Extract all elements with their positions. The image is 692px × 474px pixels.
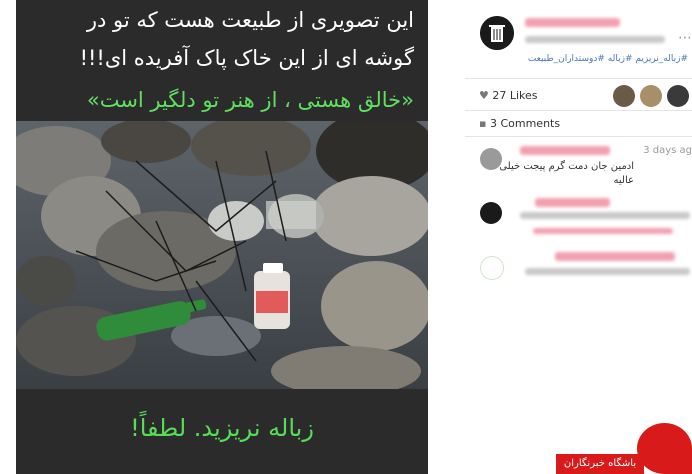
profile-avatar[interactable]: [480, 16, 514, 50]
heart-icon: ♥: [479, 89, 489, 102]
liker-avatar-2[interactable]: [640, 85, 662, 107]
bio-blurred: [525, 36, 665, 43]
watermark-logo: [637, 423, 692, 474]
post-hashtags[interactable]: #زباله_نریزیم #زباله #دوستداران_طبیعت: [528, 54, 688, 64]
comments-count[interactable]: ▪ 3 Comments: [479, 117, 560, 130]
comment-text-blurred: [520, 212, 690, 219]
comment-link-blurred: [533, 228, 673, 234]
bottom-slogan: زباله نریزید. لطفاً!: [130, 414, 314, 442]
post-image: این تصویری از طبیعت هست که تو در گوشه ای…: [16, 0, 428, 474]
liker-avatar-3[interactable]: [667, 85, 689, 107]
comments-label: 3 Comments: [489, 117, 561, 130]
comment-text-line-2: عالیه: [613, 175, 634, 186]
likes-label: 27 Likes: [492, 89, 538, 102]
divider: [465, 136, 692, 137]
trash-can-person-icon: [480, 16, 514, 50]
litter-stream-photo: [16, 121, 428, 389]
comment-time: 3 days ag: [643, 145, 692, 156]
commenter-name-blurred[interactable]: [555, 252, 675, 261]
likes-count[interactable]: ♥ 27 Likes: [479, 89, 538, 102]
commenter-avatar-2[interactable]: [480, 202, 502, 224]
more-dots-icon[interactable]: ⋯: [678, 30, 692, 46]
comment-icon: ▪: [479, 117, 487, 130]
divider: [465, 110, 692, 111]
caption-line-1: این تصویری از طبیعت هست که تو در: [86, 8, 414, 32]
post-details-panel: ⋯ #زباله_نریزیم #زباله #دوستداران_طبیعت …: [465, 0, 692, 474]
divider: [465, 78, 692, 79]
commenter-name-blurred[interactable]: [535, 198, 610, 207]
username-blurred[interactable]: [525, 18, 620, 27]
comment-text-blurred: [525, 268, 690, 275]
comment-text-line-1: ادمین جان دمت گرم پیجت خیلی: [499, 161, 634, 172]
caption-line-3: «خالق هستی ، از هنر تو دلگیر است»: [86, 88, 414, 112]
caption-line-2: گوشه ای از این خاک پاک آفریده ای!!!: [79, 46, 414, 70]
commenter-avatar-3[interactable]: [480, 256, 504, 280]
commenter-name-blurred[interactable]: [520, 146, 610, 155]
watermark-badge: باشگاه خبرنگاران: [556, 454, 644, 474]
liker-avatar-1[interactable]: [613, 85, 635, 107]
